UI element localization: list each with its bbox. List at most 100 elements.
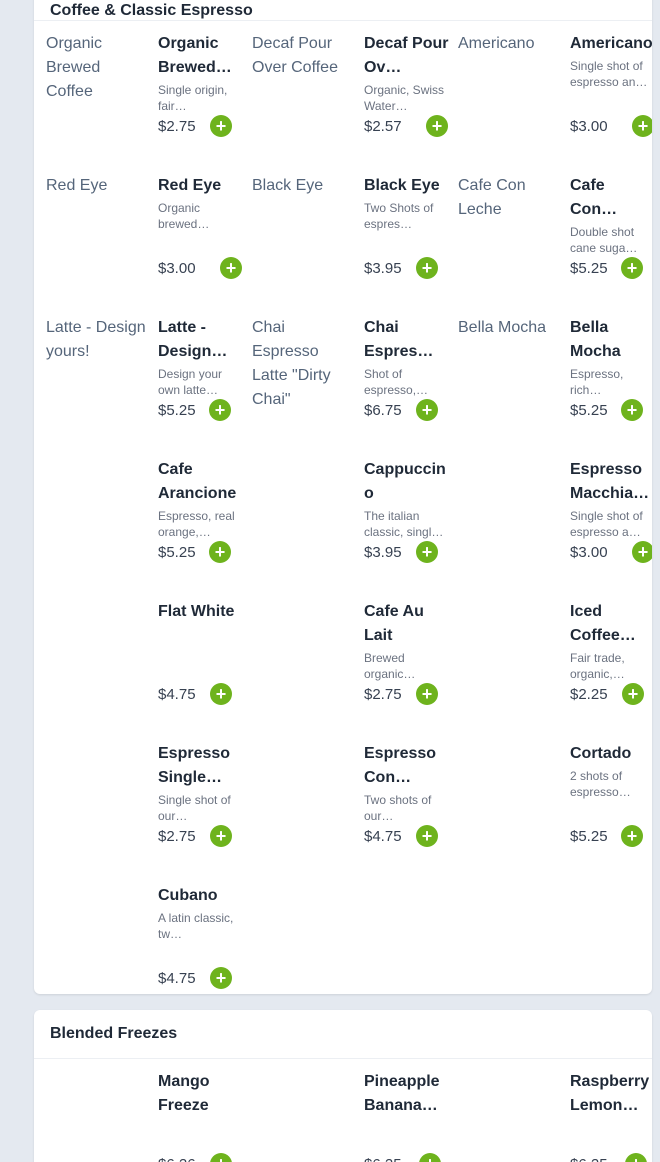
menu-item-card[interactable]: Black Eye Black Eye Two Shots of espres… $3… [252,174,458,316]
add-to-cart-button[interactable]: + [416,683,438,705]
item-name[interactable]: Chai Espres… [364,316,450,364]
item-info: Espresso Macchia… Single shot of espresso… [570,458,652,540]
menu-item-card[interactable]: Cortado 2 shots of espresso… $5.25 + [458,742,652,884]
item-description: Organic, Swiss Water… [364,83,445,113]
add-to-cart-button[interactable]: + [210,967,232,989]
item-image-alt[interactable]: Red Eye [46,174,148,198]
menu-item-card[interactable]: Cafe Au Lait Brewed organic… $2.75 + [252,600,458,742]
item-name[interactable]: Flat White [158,600,244,624]
item-name[interactable]: Latte - Design… [158,316,244,364]
item-name[interactable]: Red Eye [158,174,244,198]
item-description: Single origin, fair… [158,83,228,113]
price-row: $2.75 + [158,114,232,138]
add-to-cart-button[interactable]: + [625,1153,647,1162]
item-name[interactable]: Black Eye [364,174,450,198]
menu-item-card[interactable]: Espresso Macchia… Single shot of espresso… [458,458,652,600]
item-price: $6.26 [158,1156,196,1162]
item-name[interactable]: Americano [570,32,652,56]
add-to-cart-button[interactable]: + [416,541,438,563]
item-name[interactable]: Iced Coffee… [570,600,652,648]
item-description: Single shot of espresso an… [570,59,648,89]
item-name[interactable]: Cafe Con… [570,174,652,222]
item-name[interactable]: Cafe Arancione [158,458,244,506]
add-to-cart-button[interactable]: + [622,683,644,705]
menu-item-card[interactable]: Organic Brewed Coffee Organic Brewed… Sing… [46,32,252,174]
add-to-cart-button[interactable]: + [426,115,448,137]
add-to-cart-button[interactable]: + [416,257,438,279]
plus-icon: + [631,1154,642,1162]
menu-item-card[interactable]: Latte - Design yours! Latte - Design… Desi… [46,316,252,458]
item-name[interactable]: Cortado [570,742,652,766]
item-name[interactable]: Raspberry Lemon… [570,1070,652,1118]
item-name[interactable]: Espresso Macchia… [570,458,652,506]
add-to-cart-button[interactable]: + [632,115,652,137]
menu-viewport: Coffee & Classic Espresso Organic Brewed… [0,0,660,1162]
item-description: Double shot cane suga… [570,225,638,255]
item-description: Single shot of our… [158,793,231,823]
item-description: Design your own latte… [158,367,223,397]
item-info: Cafe Con… Double shot cane suga… [570,174,652,256]
price-row: $2.75 + [364,682,438,706]
item-image-alt[interactable]: Americano [458,32,560,56]
plus-icon: + [421,400,433,420]
item-name[interactable]: Pineapple Banana… [364,1070,450,1118]
add-to-cart-button[interactable]: + [621,257,643,279]
add-to-cart-button[interactable]: + [632,541,652,563]
item-name[interactable]: Bella Mocha [570,316,652,364]
plus-icon: + [215,826,227,846]
item-name[interactable]: Cubano [158,884,244,908]
add-to-cart-button[interactable]: + [621,825,643,847]
item-name[interactable]: Cafe Au Lait [364,600,450,648]
add-to-cart-button[interactable]: + [416,399,438,421]
menu-item-card[interactable]: Cafe Arancione Espresso, real orange,… $5.… [46,458,252,600]
menu-item-card[interactable]: Mango Freeze $6.26 + [46,1070,252,1162]
add-to-cart-button[interactable]: + [621,399,643,421]
item-image-alt[interactable]: Organic Brewed Coffee [46,32,148,104]
menu-item-card[interactable]: Cappuccino The italian classic, singl… $3.… [252,458,458,600]
menu-item-card[interactable]: Espresso Con… Two shots of our… $4.75 + [252,742,458,884]
item-image-alt[interactable]: Chai Espresso Latte "Dirty Chai" [252,316,354,412]
menu-item-card[interactable]: Chai Espresso Latte "Dirty Chai" Chai Esp… [252,316,458,458]
menu-item-card[interactable]: Cubano A latin classic, tw… $4.75 + [46,884,252,994]
item-name[interactable]: Organic Brewed… [158,32,244,80]
item-info: Espresso Single… Single shot of our… [158,742,244,824]
item-price: $4.75 [158,969,196,987]
plus-icon: + [431,116,443,136]
menu-item-card[interactable]: Cafe Con Leche Cafe Con… Double shot cane … [458,174,652,316]
item-description: 2 shots of espresso… [570,769,631,799]
item-name[interactable]: Cappuccino [364,458,450,506]
item-name[interactable]: Espresso Single… [158,742,244,790]
item-info: Chai Espres… Shot of espresso,… [364,316,450,398]
menu-section: Blended Freezes Mango Freeze$6.26+Pineap… [34,1010,652,1162]
item-name[interactable]: Espresso Con… [364,742,450,790]
add-to-cart-button[interactable]: + [209,541,231,563]
add-to-cart-button[interactable]: + [210,1153,232,1162]
add-to-cart-button[interactable]: + [416,825,438,847]
menu-item-card[interactable]: Flat White $4.75 + [46,600,252,742]
item-image-alt[interactable]: Bella Mocha [458,316,560,340]
plus-icon: + [214,542,226,562]
add-to-cart-button[interactable]: + [220,257,242,279]
add-to-cart-button[interactable]: + [210,825,232,847]
item-image-alt[interactable]: Decaf Pour Over Coffee [252,32,354,80]
item-image-alt[interactable]: Latte - Design yours! [46,316,148,364]
menu-item-card[interactable]: Iced Coffee… Fair trade, organic,… $2.25 + [458,600,652,742]
menu-item-card[interactable]: Red Eye Red Eye Organic brewed… $3.00 + [46,174,252,316]
item-name[interactable]: Decaf Pour Ov… [364,32,450,80]
price-row: $6.26 + [158,1152,232,1162]
item-description: Single shot of espresso a… [570,509,643,539]
add-to-cart-button[interactable]: + [419,1153,441,1162]
item-info: Mango Freeze [158,1070,244,1118]
add-to-cart-button[interactable]: + [210,115,232,137]
add-to-cart-button[interactable]: + [210,683,232,705]
item-image-alt[interactable]: Black Eye [252,174,354,198]
menu-item-card[interactable]: Decaf Pour Over Coffee Decaf Pour Ov… Orga… [252,32,458,174]
menu-item-card[interactable]: Americano Americano Single shot of espress… [458,32,652,174]
item-name[interactable]: Mango Freeze [158,1070,244,1118]
add-to-cart-button[interactable]: + [209,399,231,421]
item-image-alt[interactable]: Cafe Con Leche [458,174,560,222]
menu-item-card[interactable]: Bella Mocha Bella Mocha Espresso, rich… $5.… [458,316,652,458]
menu-item-card[interactable]: Raspberry Lemon… $6.25 + [458,1070,652,1162]
menu-item-card[interactable]: Pineapple Banana… $6.25 + [252,1070,458,1162]
menu-item-card[interactable]: Espresso Single… Single shot of our… $2.75… [46,742,252,884]
